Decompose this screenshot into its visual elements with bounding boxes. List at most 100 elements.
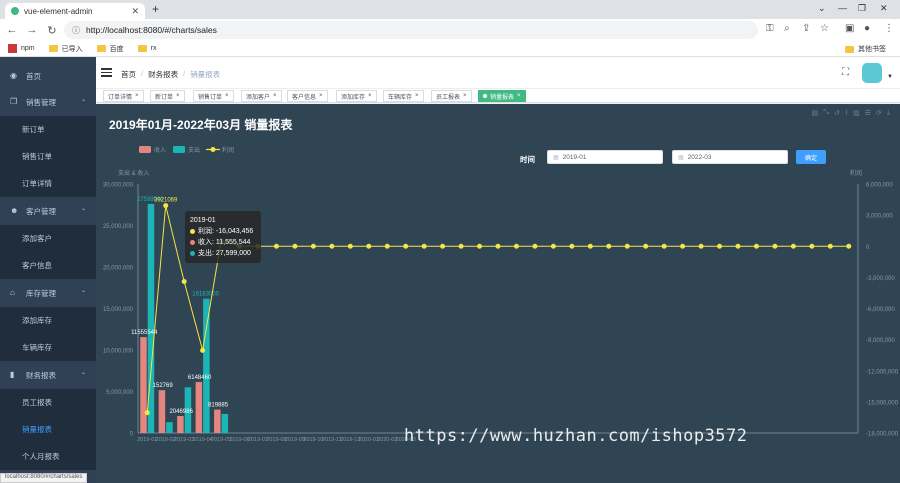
close-icon[interactable]: × [415,93,419,99]
bookmark-label: npm [21,45,35,52]
folder-icon [137,45,147,52]
share-icon[interactable]: ⇪ [802,23,810,34]
close-icon[interactable]: ✕ [131,6,139,17]
y-tick-label-left: 10,000,000 [103,349,134,355]
sidebar-subitem[interactable]: 添加客户 [0,225,96,252]
profit-point [292,243,298,249]
sidebar-group[interactable]: ⌂ 库存管理 ⌃ [0,279,96,307]
close-icon[interactable]: × [135,93,139,99]
key-icon[interactable]: ⚿ [766,23,774,34]
close-icon[interactable]: × [273,93,277,99]
restore-icon[interactable]: ⟳ [876,109,882,117]
profit-point [643,243,649,249]
confirm-button[interactable]: 确定 [796,150,826,164]
sidebar-subitem[interactable]: 客户信息 [0,252,96,279]
tag-item[interactable]: 添加客户 × [241,90,282,102]
address-url: http://localhost:8080/#/charts/sales [86,25,217,35]
bookmark-label: 百度 [109,45,124,53]
bar-icon[interactable]: ▥ [853,109,860,117]
close-icon[interactable]: × [517,93,521,99]
sidebar-group[interactable]: ▮ 财务报表 ⌃ [0,361,96,389]
sidebar-subitem[interactable]: 车辆库存 [0,334,96,361]
zoom-reset-icon[interactable]: ↺ [834,109,840,117]
start-date-value: 2019-01 [562,153,587,161]
end-date-input[interactable]: ▦ 2022-03 [672,150,788,164]
bookmark-other[interactable]: 其他书签 [845,44,886,54]
expense-bar [203,298,210,433]
sidebar-subitem[interactable]: 销售订单 [0,143,96,170]
people-icon: ☻ [10,206,19,215]
line-icon[interactable]: ⌇ [845,109,848,117]
sidebar-group[interactable]: ☻ 客户管理 ⌃ [0,197,96,225]
profile-icon[interactable]: ● [864,23,870,34]
income-data-label: 2046986 [169,409,193,415]
expense-data-label: 16183000 [192,292,219,298]
sidebar-subitem[interactable]: 添加库存 [0,307,96,334]
close-icon[interactable]: × [463,93,467,99]
tag-item[interactable]: 客户信息 × [287,90,328,102]
zoom-icon[interactable]: ⤡ [823,109,829,117]
close-icon[interactable]: × [319,93,323,99]
sidepanel-icon[interactable]: ▣ [845,23,854,34]
sidebar-subitem[interactable]: 员工报表 [0,389,96,416]
profit-point [366,243,372,249]
start-date-input[interactable]: ▦ 2019-01 [547,150,663,164]
profit-point [569,243,575,249]
reload-icon[interactable]: ↻ [44,24,60,37]
forward-icon[interactable]: → [24,24,40,36]
back-icon[interactable]: ← [4,24,20,36]
tag-item[interactable]: 销售订单 × [193,90,234,102]
tag-label: 销量报表 [490,94,515,101]
new-tab-icon[interactable]: + [152,2,159,16]
save-icon[interactable]: ▤ [812,109,819,117]
tag-label: 员工报表 [436,94,461,101]
chevron-down-icon[interactable]: ⌄ [818,3,826,14]
tag-item[interactable]: 新订单 × [150,90,185,102]
window-close-icon[interactable]: ✕ [880,3,888,14]
sidebar-subitem[interactable]: 销量报表 [0,416,96,443]
sidebar-subitem[interactable]: 个人月报表 [0,443,96,470]
chart-tooltip: 2019-01 利润: -16,043,456 收入: 11,555,544 支… [185,211,261,263]
bookmark-imported[interactable]: 已导入 [48,44,83,54]
hamburger-icon[interactable] [101,68,112,79]
address-bar[interactable]: ⓘ http://localhost:8080/#/charts/sales [64,21,758,39]
sidebar-group[interactable]: ❐ 销售管理 ⌃ [0,88,96,116]
star-icon[interactable]: ☆ [820,23,829,34]
tag-label: 客户信息 [292,94,317,101]
fullscreen-icon[interactable]: ⛶ [842,67,849,78]
tag-item[interactable]: 添加库存 × [336,90,377,102]
profit-point [347,243,353,249]
restore-icon[interactable]: ❐ [858,3,866,14]
tag-item[interactable]: 销量报表 × [478,90,526,102]
y-tick-label-right: -15,000,000 [866,400,899,406]
sidebar-item[interactable]: ◉ 首页 [0,62,96,90]
info-icon[interactable]: ⓘ [72,25,80,36]
tag-item[interactable]: 订单详情 × [103,90,144,102]
bookmark-rx[interactable]: rx [137,45,156,52]
close-icon[interactable]: × [225,93,229,99]
bookmark-baidu[interactable]: 百度 [96,44,124,54]
tag-item[interactable]: 车辆库存 × [383,90,424,102]
breadcrumb-home[interactable]: 首页 [121,69,136,80]
sidebar-subitem[interactable]: 新订单 [0,116,96,143]
minimize-icon[interactable]: — [838,3,847,13]
income-data-label: 152769 [153,383,174,389]
close-icon[interactable]: × [176,93,180,99]
profit-point [440,243,446,249]
caret-down-icon[interactable]: ▼ [887,74,893,80]
download-icon[interactable]: ⤓ [887,109,890,117]
profit-point [513,243,519,249]
x-tick-label: 2020-02 [377,437,397,443]
x-tick-label: 2019-07 [248,437,268,443]
browser-tab[interactable]: vue-element-admin ✕ [5,3,145,19]
bookmark-npm[interactable]: npm [8,44,35,53]
tag-item[interactable]: 员工报表 × [431,90,472,102]
sidebar-subitem[interactable]: 订单详情 [0,170,96,197]
avatar[interactable] [862,63,882,83]
close-icon[interactable]: × [368,93,372,99]
stack-icon[interactable]: ☰ [865,109,871,117]
zoom-icon[interactable]: ⌕ [784,23,790,34]
bookmarks-bar: npm 已导入 百度 rx 其他书签 [0,41,900,57]
breadcrumb-finance[interactable]: 财务报表 [148,69,178,80]
menu-icon[interactable]: ⋮ [884,23,894,34]
